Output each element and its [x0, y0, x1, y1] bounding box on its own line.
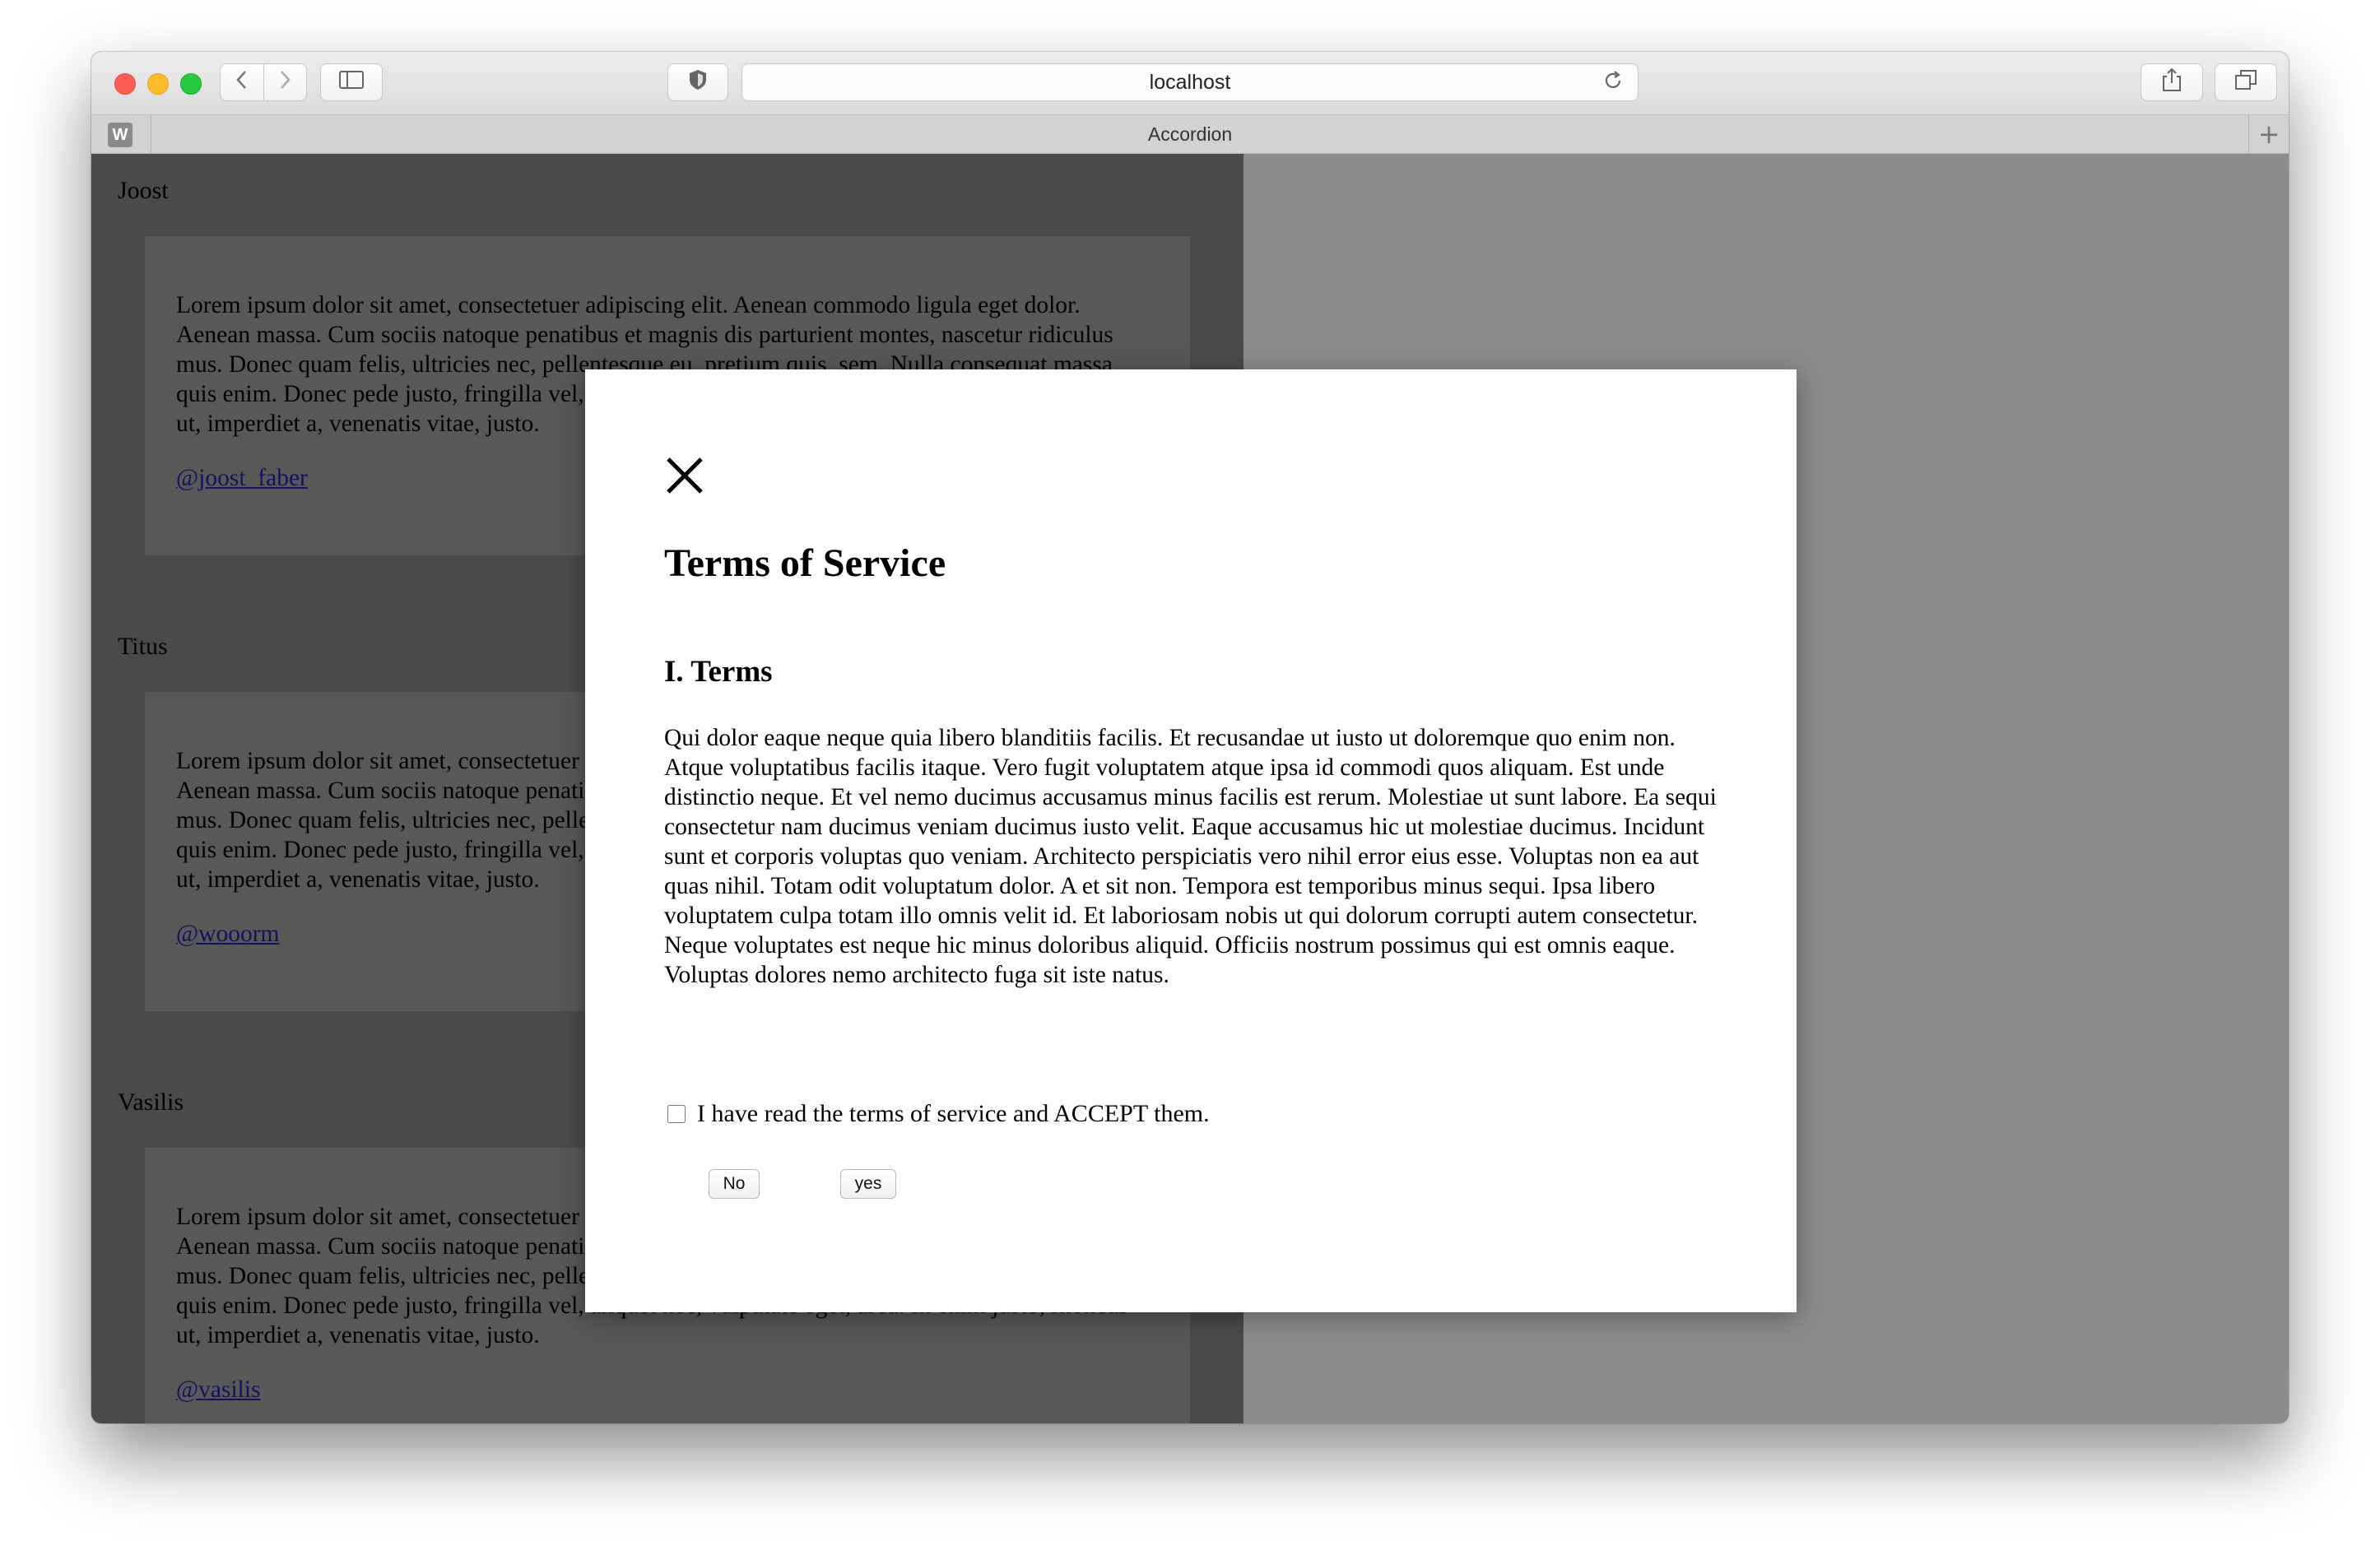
zoom-window-button[interactable]	[180, 73, 202, 95]
navigation-buttons	[220, 63, 307, 101]
accept-checkbox[interactable]	[667, 1105, 686, 1123]
minimize-window-button[interactable]	[147, 73, 169, 95]
address-bar[interactable]: localhost	[741, 63, 1639, 101]
chevron-left-icon[interactable]	[221, 69, 263, 96]
share-icon	[2162, 67, 2182, 98]
reload-icon[interactable]	[1601, 69, 1625, 98]
privacy-report-button[interactable]	[667, 63, 728, 101]
tabs-overview-button[interactable]	[2215, 63, 2277, 101]
close-window-button[interactable]	[114, 73, 136, 95]
browser-toolbar: localhost	[91, 52, 2289, 115]
sidebar-button[interactable]	[320, 63, 383, 101]
accept-row: I have read the terms of service and ACC…	[667, 1100, 1210, 1128]
no-button[interactable]: No	[709, 1169, 760, 1199]
tab-accordion[interactable]: Accordion	[91, 115, 2289, 153]
browser-window: localhost W Accordion + Joost Lorem ipsu…	[91, 52, 2289, 1423]
shield-icon	[687, 68, 709, 97]
terms-text: Qui dolor eaque neque quia libero blandi…	[664, 725, 1717, 988]
chevron-right-icon[interactable]	[264, 69, 307, 96]
page-viewport: Joost Lorem ipsum dolor sit amet, consec…	[91, 154, 2289, 1423]
terms-dialog: Terms of Service I. Terms Qui dolor eaqu…	[585, 369, 1797, 1312]
url-text: localhost	[1149, 70, 1231, 94]
section-heading: I. Terms	[664, 655, 773, 689]
plus-icon[interactable]: +	[2248, 115, 2289, 153]
tabs-overview-icon	[2234, 69, 2257, 96]
dialog-title: Terms of Service	[664, 541, 946, 585]
tab-bar: W Accordion +	[91, 115, 2289, 154]
close-icon[interactable]	[664, 455, 705, 496]
sidebar-icon	[339, 70, 364, 95]
accept-label: I have read the terms of service and ACC…	[697, 1100, 1210, 1127]
yes-button[interactable]: yes	[840, 1169, 896, 1199]
share-button[interactable]	[2141, 63, 2203, 101]
